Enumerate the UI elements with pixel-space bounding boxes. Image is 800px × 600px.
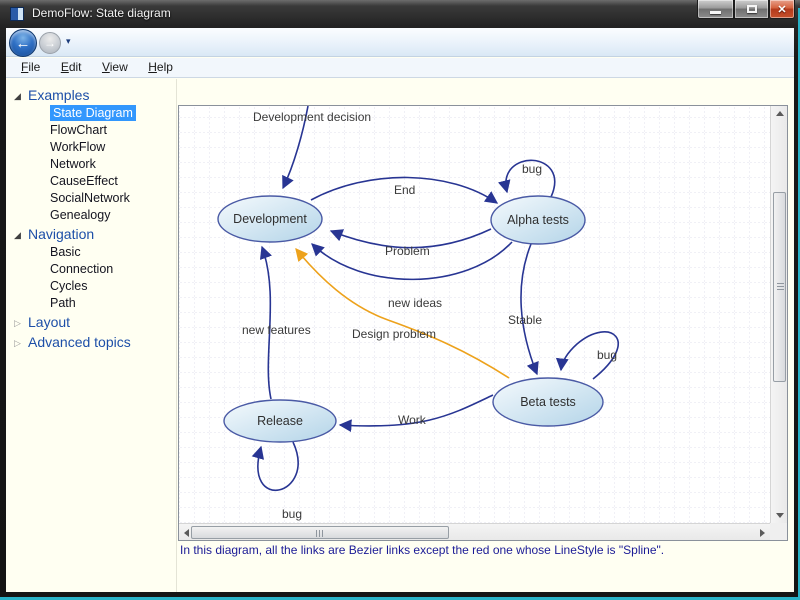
link-label: Problem bbox=[385, 244, 430, 258]
tree-item-genealogy[interactable]: Genealogy bbox=[6, 207, 176, 224]
scroll-right-icon bbox=[760, 529, 765, 537]
expanded-icon[interactable]: ◢ bbox=[14, 86, 28, 106]
link-label: End bbox=[394, 183, 415, 197]
scrollbar-corner bbox=[770, 523, 787, 540]
diagram-caption: In this diagram, all the links are Bezie… bbox=[180, 543, 780, 557]
tree-section-navigation[interactable]: ◢Navigation bbox=[6, 224, 176, 244]
tree-section-examples[interactable]: ◢Examples bbox=[6, 85, 176, 105]
tree-item-label: SocialNetwork bbox=[50, 191, 130, 205]
tree-section-label: Navigation bbox=[28, 226, 94, 242]
link-label: bug bbox=[597, 348, 617, 362]
node-label: Release bbox=[257, 414, 303, 428]
tree-item-label: CauseEffect bbox=[50, 174, 118, 188]
tree-section-label: Advanced topics bbox=[28, 334, 131, 350]
canvas-grid bbox=[179, 106, 770, 523]
tree-item-label: WorkFlow bbox=[50, 140, 105, 154]
collapsed-icon[interactable]: ▷ bbox=[14, 333, 28, 353]
node-beta-tests[interactable]: Beta tests bbox=[493, 378, 603, 426]
tree-item-network[interactable]: Network bbox=[6, 156, 176, 173]
node-label: Development bbox=[233, 212, 307, 226]
vertical-scroll-thumb[interactable] bbox=[773, 192, 786, 382]
tree-item-label: Network bbox=[50, 157, 96, 171]
window-controls: ✕ bbox=[697, 0, 795, 19]
tree-item-causeeffect[interactable]: CauseEffect bbox=[6, 173, 176, 190]
diagram-canvas[interactable]: Development Alpha tests Beta tests Relea… bbox=[179, 106, 770, 523]
content-area: ◢Examples State Diagram FlowChart WorkFl… bbox=[6, 79, 794, 592]
tree-section-advanced-topics[interactable]: ▷Advanced topics bbox=[6, 332, 176, 352]
expanded-icon[interactable]: ◢ bbox=[14, 225, 28, 245]
menu-file[interactable]: File bbox=[13, 58, 48, 74]
link-label: new ideas bbox=[388, 296, 442, 310]
menu-edit[interactable]: Edit bbox=[53, 58, 90, 74]
link-label: new features bbox=[242, 323, 311, 337]
tree-item-cycles[interactable]: Cycles bbox=[6, 278, 176, 295]
tree-section-layout[interactable]: ▷Layout bbox=[6, 312, 176, 332]
tree-item-basic[interactable]: Basic bbox=[6, 244, 176, 261]
forward-button[interactable]: → bbox=[39, 32, 61, 54]
node-development[interactable]: Development bbox=[218, 196, 322, 242]
scroll-grip-icon bbox=[316, 530, 324, 537]
history-dropdown-button[interactable]: ▾ bbox=[66, 36, 71, 47]
tree-item-path[interactable]: Path bbox=[6, 295, 176, 312]
back-button[interactable]: ← bbox=[9, 29, 37, 57]
tree-item-connection[interactable]: Connection bbox=[6, 261, 176, 278]
horizontal-scroll-thumb[interactable] bbox=[191, 526, 449, 539]
tree-item-workflow[interactable]: WorkFlow bbox=[6, 139, 176, 156]
menu-bar: File Edit View Help bbox=[6, 58, 794, 78]
node-label: Beta tests bbox=[520, 395, 576, 409]
scroll-up-button[interactable] bbox=[771, 106, 788, 121]
menu-help[interactable]: Help bbox=[140, 58, 181, 74]
scroll-down-button[interactable] bbox=[771, 508, 788, 523]
link-label: Stable bbox=[508, 313, 542, 327]
app-window: DemoFlow: State diagram ✕ ← → ▾ File Edi… bbox=[0, 0, 800, 600]
link-label: Development decision bbox=[253, 110, 371, 124]
forward-arrow-icon: → bbox=[44, 36, 56, 50]
client-area: ← → ▾ File Edit View Help ◢Examples Stat… bbox=[6, 28, 794, 592]
minimize-button[interactable] bbox=[697, 0, 734, 19]
sidebar-tree: ◢Examples State Diagram FlowChart WorkFl… bbox=[6, 79, 176, 592]
minimize-icon bbox=[710, 11, 721, 14]
scroll-up-icon bbox=[776, 111, 784, 116]
node-release[interactable]: Release bbox=[224, 400, 336, 442]
tree-section-label: Examples bbox=[28, 87, 89, 103]
tree-section-label: Layout bbox=[28, 314, 70, 330]
vertical-scrollbar[interactable] bbox=[770, 106, 787, 523]
scroll-left-icon bbox=[184, 529, 189, 537]
link-label: bug bbox=[282, 507, 302, 521]
link-label: Design problem bbox=[352, 327, 436, 341]
menu-view[interactable]: View bbox=[94, 58, 136, 74]
tree-item-label: Path bbox=[50, 296, 76, 310]
title-bar[interactable]: DemoFlow: State diagram ✕ bbox=[0, 0, 800, 28]
close-icon: ✕ bbox=[777, 3, 786, 16]
close-button[interactable]: ✕ bbox=[769, 0, 795, 19]
tree-item-flowchart[interactable]: FlowChart bbox=[6, 122, 176, 139]
link-label: bug bbox=[522, 162, 542, 176]
window-title: DemoFlow: State diagram bbox=[32, 6, 171, 20]
tree-item-label: Genealogy bbox=[50, 208, 110, 222]
scroll-down-icon bbox=[776, 513, 784, 518]
toolbar: ← → ▾ bbox=[6, 28, 794, 57]
app-icon bbox=[10, 7, 24, 21]
node-label: Alpha tests bbox=[507, 213, 569, 227]
scroll-right-button[interactable] bbox=[755, 524, 770, 541]
tree-item-label: Connection bbox=[50, 262, 113, 276]
collapsed-icon[interactable]: ▷ bbox=[14, 313, 28, 333]
scroll-grip-icon bbox=[777, 283, 784, 291]
node-alpha-tests[interactable]: Alpha tests bbox=[491, 196, 585, 244]
tree-item-label: State Diagram bbox=[50, 105, 136, 121]
tree-item-state-diagram[interactable]: State Diagram bbox=[6, 105, 176, 122]
tree-item-label: Basic bbox=[50, 245, 81, 259]
horizontal-scrollbar[interactable] bbox=[179, 523, 770, 540]
maximize-icon bbox=[747, 5, 757, 13]
tree-item-socialnetwork[interactable]: SocialNetwork bbox=[6, 190, 176, 207]
back-arrow-icon: ← bbox=[16, 35, 31, 52]
tree-item-label: Cycles bbox=[50, 279, 88, 293]
pane-divider bbox=[176, 79, 177, 592]
link-label: Work bbox=[398, 413, 427, 427]
diagram-panel: Development Alpha tests Beta tests Relea… bbox=[178, 105, 788, 541]
maximize-button[interactable] bbox=[734, 0, 769, 19]
tree-item-label: FlowChart bbox=[50, 123, 107, 137]
